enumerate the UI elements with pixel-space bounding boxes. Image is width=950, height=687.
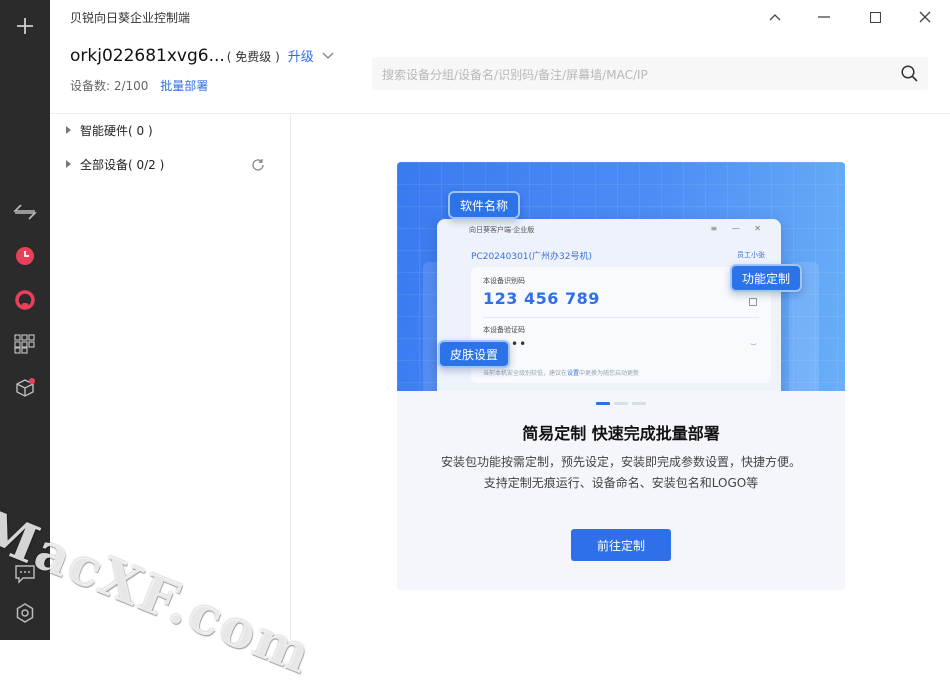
account-level: ( 免费级 ) [226,50,280,64]
collapse-up-icon[interactable] [763,6,787,28]
promo-desc-line-2: 支持定制无痕运行、设备命名、安装包名和LOGO等 [483,476,759,490]
search-icon[interactable] [901,65,918,86]
search-input[interactable]: 搜索设备分组/设备名/识别码/备注/屏幕墙/MAC/IP [372,57,928,90]
mock-separator [483,317,759,318]
mock-verify-label: 本设备验证码 [483,326,525,334]
app-title: 贝锐向日葵企业控制端 [70,11,191,25]
sidebar-divider [290,113,291,640]
eye-icon: ︶ [750,343,757,351]
carousel-dot-3[interactable] [632,402,646,405]
tree-item-label: 全部设备( 0/2 ) [80,157,165,172]
device-count-row: 设备数: 2/100 批量部署 [70,77,208,94]
mock-staff: 员工小张 [737,251,765,259]
sunflower-logo-icon[interactable] [13,288,37,312]
mock-code-box: 本设备识别码 123 456 789 本设备验证码 •• ︶ 当前本机安全级别较… [471,267,771,383]
maximize-button[interactable] [863,6,887,28]
go-customize-button[interactable]: 前往定制 [571,529,671,561]
tree-item-smart-hardware[interactable]: 智能硬件( 0 ) [66,121,153,139]
expand-arrow-icon[interactable] [66,126,71,134]
promo-title: 简易定制 快速完成批量部署 [522,424,720,443]
message-icon[interactable] [13,562,37,586]
search-placeholder: 搜索设备分组/设备名/识别码/备注/屏幕墙/MAC/IP [382,68,648,82]
account-header: orkj022681xvg6... ( 免费级 ) 升级 [70,46,334,70]
mock-pc-name: PC20240301(广州办32号机) [471,252,592,262]
promo-banner: 向日葵客户端·企业版 ≡ — ✕ PC20240301(广州办32号机) 员工小… [397,162,845,391]
refresh-icon[interactable] [251,157,265,176]
tag-function-custom: 功能定制 [730,264,803,292]
carousel-dots [397,402,845,405]
upgrade-link[interactable]: 升级 [288,46,314,65]
copy-icon [749,298,757,306]
title-bar: 贝锐向日葵企业控制端 [50,0,950,34]
device-count: 设备数: 2/100 [70,79,149,93]
apps-grid-icon[interactable] [13,332,37,356]
tree-item-all-devices[interactable]: 全部设备( 0/2 ) [66,155,164,173]
add-icon[interactable] [13,14,37,38]
hardware-box-icon[interactable] [13,376,37,400]
close-button[interactable] [913,6,937,28]
expand-arrow-icon[interactable] [66,160,71,168]
tree-item-label: 智能硬件( 0 ) [80,123,153,138]
account-name[interactable]: orkj022681xvg6... [70,46,225,66]
mock-header: 向日葵客户端·企业版 [469,226,535,234]
mock-footer: 当前本机安全级别较低，建议在设置中更换为随您启动更新 [483,370,640,377]
minimize-button[interactable] [812,6,836,28]
chevron-down-icon[interactable] [322,45,334,64]
left-rail [0,0,50,640]
mock-verify-dots: •• [511,337,528,351]
carousel-dot-2[interactable] [614,402,628,405]
header-divider [50,113,950,114]
tag-software-name: 软件名称 [448,191,521,219]
mock-window-controls: ≡ — ✕ [710,224,767,233]
promo-description: 安装包功能按需定制，预先设定，安装即完成参数设置，快捷方便。 支持定制无痕运行、… [397,452,845,494]
remote-control-icon[interactable] [13,200,37,224]
carousel-dot-1[interactable] [596,402,610,405]
history-clock-icon[interactable] [13,244,37,268]
mock-code: 123 456 789 [483,289,600,308]
mock-code-label: 本设备识别码 [483,277,525,285]
settings-gear-icon[interactable] [13,601,37,625]
tag-skin-setting: 皮肤设置 [438,340,511,368]
promo-desc-line-1: 安装包功能按需定制，预先设定，安装即完成参数设置，快捷方便。 [440,455,801,469]
promo-card: 向日葵客户端·企业版 ≡ — ✕ PC20240301(广州办32号机) 员工小… [397,162,845,590]
batch-deploy-link[interactable]: 批量部署 [160,79,208,93]
